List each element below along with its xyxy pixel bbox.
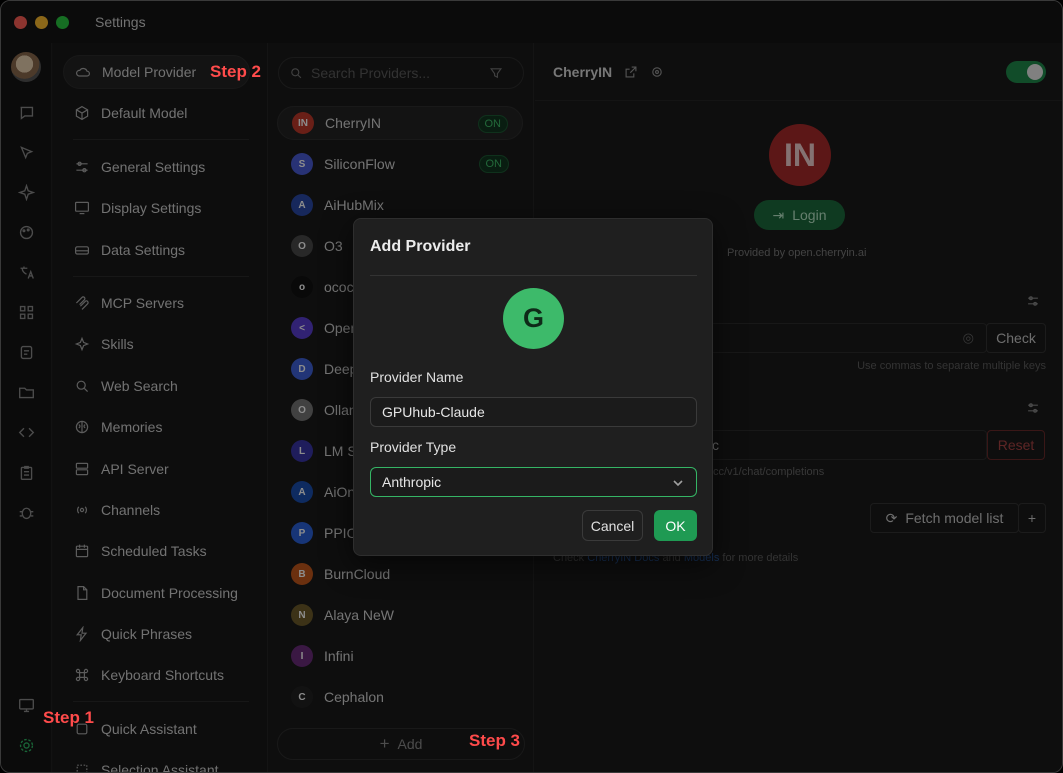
provider-name-label: Provider Name bbox=[370, 369, 464, 385]
provider-avatar[interactable]: G bbox=[503, 288, 564, 349]
provider-name-value: GPUhub-Claude bbox=[382, 404, 485, 420]
ok-button[interactable]: OK bbox=[654, 510, 697, 541]
cancel-button[interactable]: Cancel bbox=[582, 510, 643, 541]
dialog-title: Add Provider bbox=[370, 238, 471, 255]
provider-type-label: Provider Type bbox=[370, 439, 457, 455]
step-1-annotation: Step 1 bbox=[43, 708, 95, 727]
step-2-annotation: Step 2 bbox=[210, 62, 262, 81]
add-provider-dialog: Add Provider G Provider Name GPUhub-Clau… bbox=[353, 218, 713, 556]
step-3-annotation: Step 3 bbox=[469, 731, 521, 750]
chevron-down-icon bbox=[673, 480, 683, 487]
provider-name-input[interactable]: GPUhub-Claude bbox=[370, 397, 697, 427]
provider-type-value: Anthropic bbox=[382, 474, 442, 490]
settings-window: Settings Model Provider Default Model Ge… bbox=[0, 0, 1063, 773]
provider-type-select[interactable]: Anthropic bbox=[370, 467, 697, 497]
dialog-divider bbox=[370, 275, 697, 276]
